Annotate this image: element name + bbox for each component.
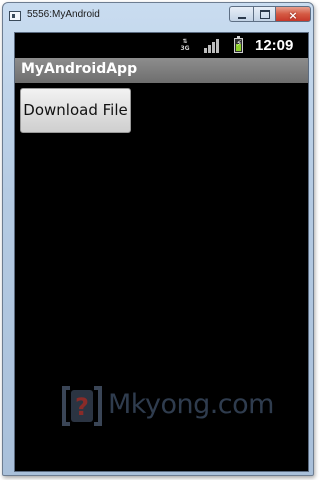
network-label: 3G bbox=[180, 45, 190, 52]
watermark-text: Mkyong.com bbox=[108, 389, 274, 420]
maximize-button[interactable] bbox=[253, 6, 275, 22]
emulator-app-icon bbox=[9, 11, 21, 21]
minimize-button[interactable] bbox=[229, 6, 253, 22]
close-icon: × bbox=[288, 9, 298, 22]
mkyong-logo-icon: ? bbox=[62, 386, 102, 426]
close-button[interactable]: × bbox=[275, 6, 311, 22]
window-title: 5556:MyAndroid bbox=[27, 9, 100, 20]
app-title: MyAndroidApp bbox=[21, 61, 138, 77]
app-title-bar: MyAndroidApp bbox=[15, 58, 308, 83]
logo-glyph: ? bbox=[75, 393, 89, 421]
signal-strength-icon bbox=[204, 39, 222, 53]
network-3g-icon: ⇅ 3G bbox=[178, 38, 192, 54]
window-titlebar[interactable]: 5556:MyAndroid × bbox=[3, 3, 313, 29]
minimize-icon bbox=[237, 17, 246, 19]
download-file-button[interactable]: Download File bbox=[20, 88, 131, 133]
charging-bolt-icon: ⚡ bbox=[236, 39, 243, 49]
data-arrows-icon: ⇅ bbox=[182, 38, 188, 45]
maximize-icon bbox=[259, 10, 270, 19]
status-bar: ⇅ 3G ⚡ 12:09 bbox=[15, 33, 308, 58]
status-clock: 12:09 bbox=[255, 37, 294, 54]
